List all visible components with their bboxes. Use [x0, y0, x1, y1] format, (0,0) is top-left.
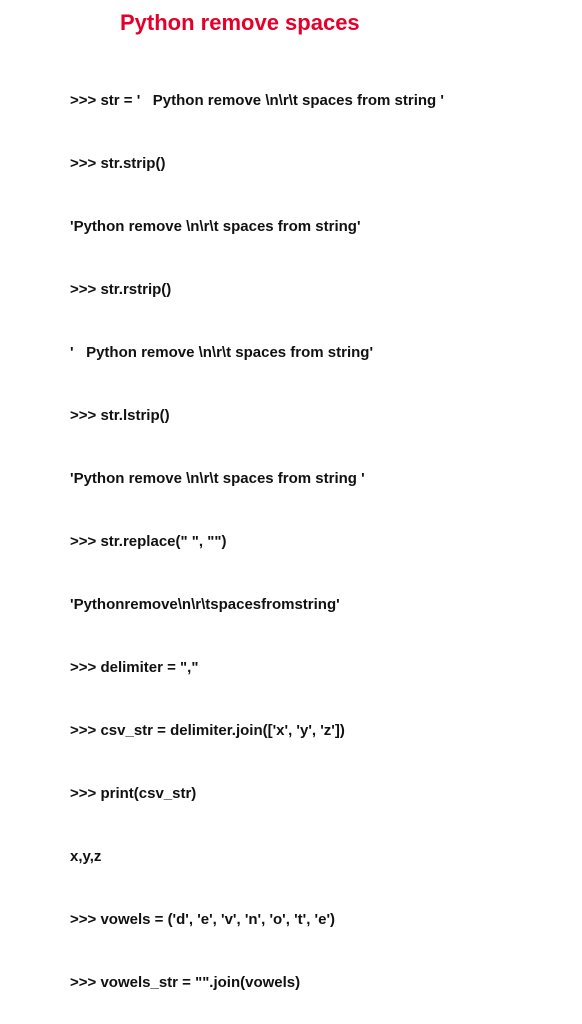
code-line: >>> vowels = ('d', 'e', 'v', 'n', 'o', '…	[70, 909, 532, 930]
code-line: >>> str.replace(" ", "")	[70, 531, 532, 552]
document-container: Python remove spaces >>> str = ' Python …	[0, 0, 582, 1024]
code-line: x,y,z	[70, 846, 532, 867]
code-line: >>> vowels_str = "".join(vowels)	[70, 972, 532, 993]
code-line: >>> str.rstrip()	[70, 279, 532, 300]
code-line: >>> str.lstrip()	[70, 405, 532, 426]
code-line: >>> delimiter = ","	[70, 657, 532, 678]
code-line: >>> str = ' Python remove \n\r\t spaces …	[70, 90, 532, 111]
code-line: >>> csv_str = delimiter.join(['x', 'y', …	[70, 720, 532, 741]
code-line: >>> print(csv_str)	[70, 783, 532, 804]
code-block: >>> str = ' Python remove \n\r\t spaces …	[70, 48, 532, 1024]
code-line: ' Python remove \n\r\t spaces from strin…	[70, 342, 532, 363]
code-line: 'Python remove \n\r\t spaces from string…	[70, 216, 532, 237]
code-line: 'Python remove \n\r\t spaces from string…	[70, 468, 532, 489]
code-line: >>> str.strip()	[70, 153, 532, 174]
code-line: 'Pythonremove\n\r\tspacesfromstring'	[70, 594, 532, 615]
page-title: Python remove spaces	[120, 10, 532, 36]
